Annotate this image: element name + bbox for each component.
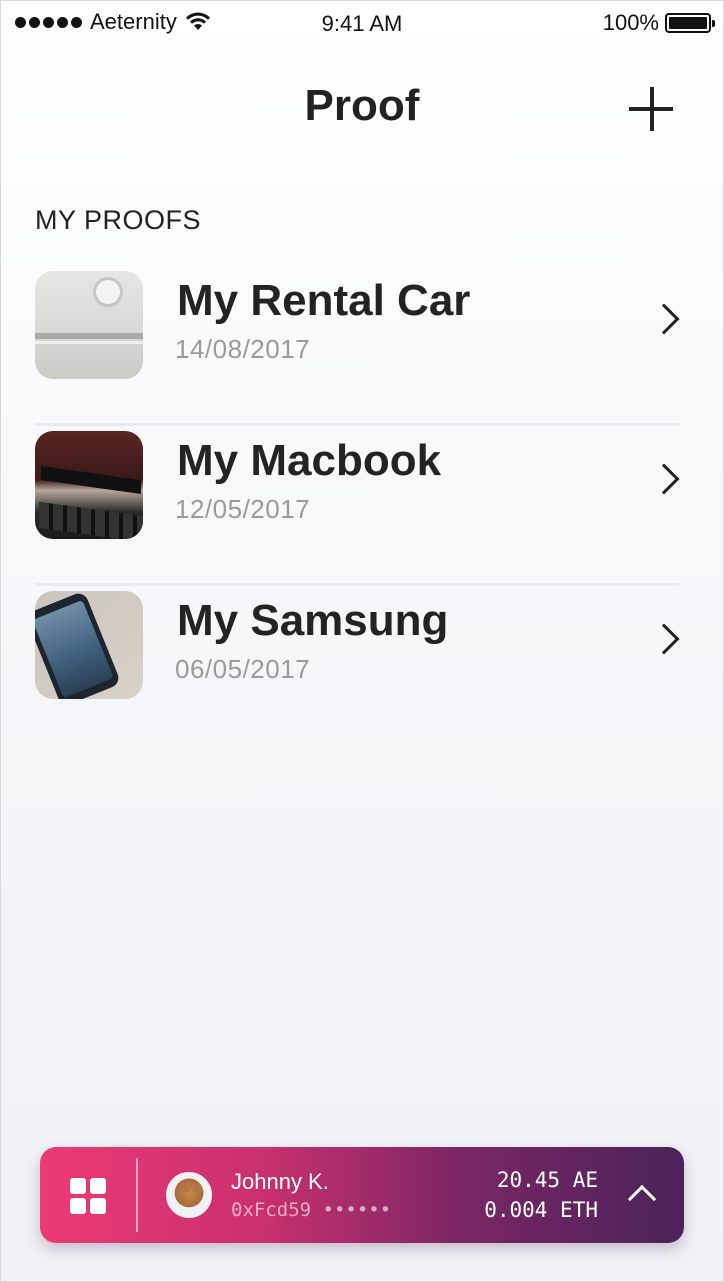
proof-title: My Macbook <box>177 436 442 485</box>
proof-item-samsung[interactable]: My Samsung 06/05/2017 <box>35 586 680 746</box>
wallet-divider <box>136 1158 138 1232</box>
app-screen: Aeternity 9:41 AM 100% Proof MY PROOFS M… <box>0 0 724 1282</box>
proof-date: 14/08/2017 <box>175 334 311 364</box>
section-header-my-proofs: MY PROOFS <box>35 205 202 235</box>
proof-date: 12/05/2017 <box>175 494 311 524</box>
battery-icon <box>665 13 715 33</box>
macbook-thumbnail <box>35 431 143 539</box>
wallet-bar[interactable]: Johnny K. 0xFcd59 •••••• 20.45 AE 0.004 … <box>40 1147 684 1243</box>
phone-thumbnail <box>35 591 143 699</box>
proof-title: My Samsung <box>177 596 449 645</box>
add-proof-button[interactable] <box>629 87 675 133</box>
car-thumbnail <box>35 271 143 379</box>
proof-item-macbook[interactable]: My Macbook 12/05/2017 <box>35 426 680 586</box>
proof-list: My Rental Car 14/08/2017 My Macbook 12/0… <box>35 266 680 746</box>
proof-item-rental-car[interactable]: My Rental Car 14/08/2017 <box>35 266 680 426</box>
status-right: 100% <box>602 10 715 36</box>
battery-percent: 100% <box>602 10 659 35</box>
chevron-right-icon <box>648 303 680 335</box>
avatar <box>166 1172 212 1218</box>
chevron-up-icon[interactable] <box>627 1184 657 1214</box>
proof-date: 06/05/2017 <box>175 654 311 684</box>
status-bar: Aeternity 9:41 AM 100% <box>1 1 723 45</box>
page-title: Proof <box>304 81 420 130</box>
balance-ae: 20.45 AE <box>496 1168 598 1192</box>
chevron-right-icon <box>648 623 680 655</box>
apps-grid-icon[interactable] <box>70 1178 106 1214</box>
balance-eth: 0.004 ETH <box>484 1198 598 1222</box>
user-address: 0xFcd59 •••••• <box>231 1199 392 1221</box>
proof-title: My Rental Car <box>177 276 471 325</box>
chevron-right-icon <box>648 463 680 495</box>
user-name: Johnny K. <box>231 1169 329 1194</box>
